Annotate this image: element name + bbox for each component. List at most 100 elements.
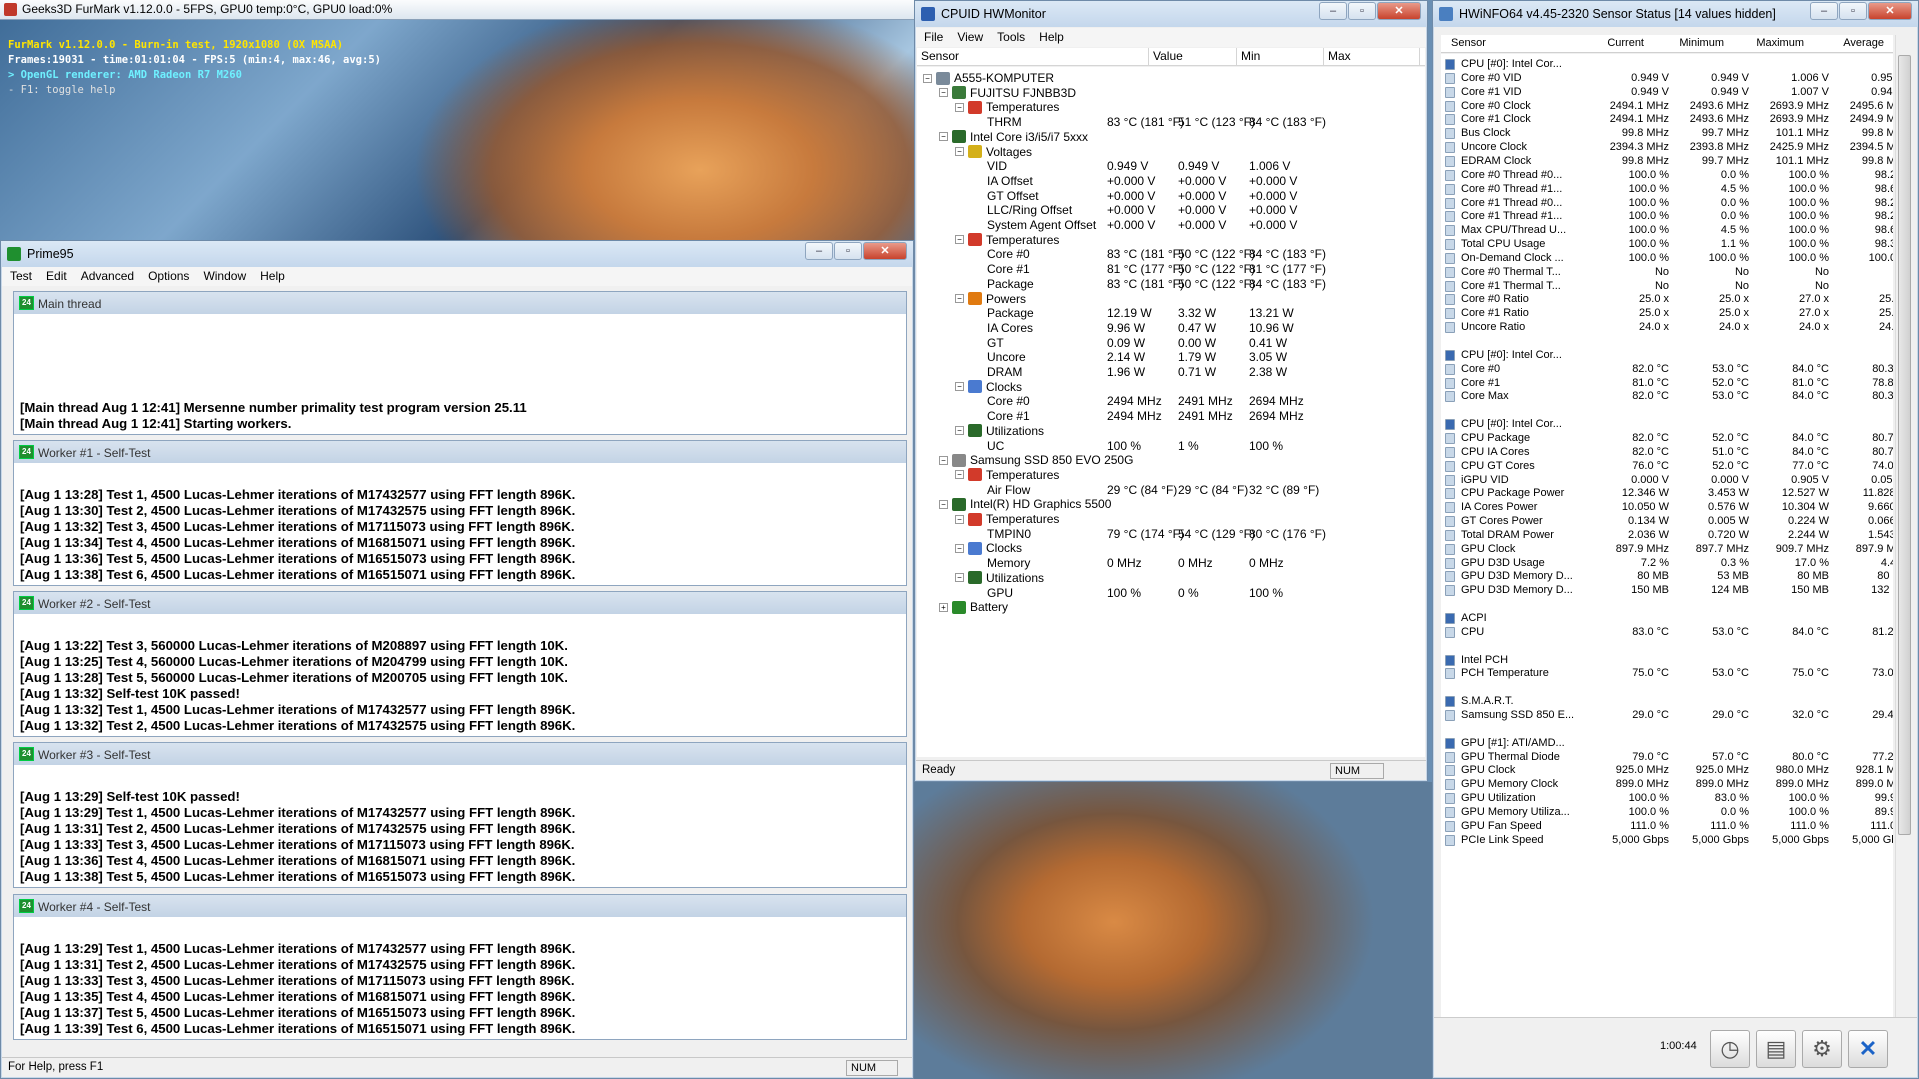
minimize-button[interactable]: – xyxy=(805,242,833,260)
menu-help[interactable]: Help xyxy=(1039,30,1064,47)
log-body[interactable]: [Aug 1 13:29] Test 1, 4500 Lucas-Lehmer … xyxy=(20,941,900,1037)
worker-1-window[interactable]: 24 Worker #1 - Self-Test [Aug 1 13:28] Tes… xyxy=(13,440,907,586)
expand-toggle-icon[interactable]: + xyxy=(939,602,948,612)
expand-toggle-icon[interactable]: − xyxy=(939,499,948,509)
log-body[interactable]: [Main thread Aug 1 12:41] Mersenne numbe… xyxy=(20,400,900,432)
close-button[interactable]: ✕ xyxy=(1377,2,1421,20)
col-sensor[interactable]: Sensor xyxy=(917,48,1149,65)
sensor-min: 50 °C (122 °F) xyxy=(1178,276,1255,291)
hwinfo-window[interactable]: HWiNFO64 v4.45-2320 Sensor Status [14 va… xyxy=(1432,0,1919,1079)
hwinfo-titlebar[interactable]: HWiNFO64 v4.45-2320 Sensor Status [14 va… xyxy=(1433,1,1918,27)
log-body[interactable]: [Aug 1 13:28] Test 1, 4500 Lucas-Lehmer … xyxy=(20,487,900,583)
maximize-button[interactable]: ▫ xyxy=(1348,2,1376,20)
sensor-icon xyxy=(1445,142,1455,154)
scroll-thumb[interactable] xyxy=(1898,55,1911,835)
close-button[interactable]: ✕ xyxy=(863,242,907,260)
prime95-child-icon: 24 xyxy=(19,899,34,913)
sensor-value: +0.000 V xyxy=(1107,218,1156,232)
hwmonitor-sensor-tree[interactable]: − A555-KOMPUTER − FUJITSU FJNBB3D − Temperatu… xyxy=(917,67,1425,757)
report-icon[interactable]: ▤ xyxy=(1756,1030,1796,1068)
log-body[interactable]: [Aug 1 13:29] Self-test 10K passed! [Aug … xyxy=(20,789,900,885)
sensor-max: 32 °C (89 °F) xyxy=(1249,482,1320,497)
col-max[interactable]: Max xyxy=(1324,48,1420,65)
col-current[interactable]: Current xyxy=(1567,35,1647,52)
hwinfo-scrollbar[interactable] xyxy=(1895,35,1912,1018)
hwmonitor-titlebar[interactable]: CPUID HWMonitor – ▫ ✕ xyxy=(915,1,1427,27)
menu-advanced[interactable]: Advanced xyxy=(81,269,134,286)
prime95-child-icon: 24 xyxy=(19,445,34,459)
child-title: Worker #2 - Self-Test xyxy=(38,597,151,611)
expand-toggle-icon[interactable]: − xyxy=(955,382,964,392)
expand-toggle-icon[interactable]: − xyxy=(939,132,948,142)
col-maximum[interactable]: Maximum xyxy=(1727,35,1807,52)
exit-x-icon[interactable]: ✕ xyxy=(1848,1030,1888,1068)
maximize-button[interactable]: ▫ xyxy=(834,242,862,260)
minimize-button[interactable]: – xyxy=(1319,2,1347,20)
menu-file[interactable]: File xyxy=(924,30,943,47)
main-thread-window[interactable]: 24 Main thread [Main thread Aug 1 12:41] M… xyxy=(13,291,907,435)
col-sensor[interactable]: Sensor xyxy=(1441,35,1567,52)
sensor-icon xyxy=(1445,322,1455,334)
expand-toggle-icon[interactable]: − xyxy=(955,235,964,245)
tree-row[interactable]: + Battery xyxy=(939,598,1008,616)
menu-view[interactable]: View xyxy=(957,30,983,47)
menu-window[interactable]: Window xyxy=(203,269,246,286)
menu-options[interactable]: Options xyxy=(148,269,189,286)
worker-2-window[interactable]: 24 Worker #2 - Self-Test [Aug 1 13:22] Tes… xyxy=(13,591,907,737)
utilization-icon xyxy=(968,424,982,438)
sensor-icon xyxy=(1445,363,1455,375)
prime95-child-icon: 24 xyxy=(19,747,34,761)
expand-toggle-icon[interactable]: − xyxy=(955,470,964,480)
log-body[interactable]: [Aug 1 13:22] Test 3, 560000 Lucas-Lehme… xyxy=(20,638,900,734)
sensor-min: 29 °C (84 °F) xyxy=(1178,482,1249,497)
worker-4-window[interactable]: 24 Worker #4 - Self-Test [Aug 1 13:29] Tes… xyxy=(13,894,907,1040)
clock-icon xyxy=(968,541,982,555)
expand-toggle-icon[interactable]: − xyxy=(939,455,948,465)
worker-3-window[interactable]: 24 Worker #3 - Self-Test [Aug 1 13:29] Sel… xyxy=(13,742,907,888)
hwmonitor-window[interactable]: CPUID HWMonitor – ▫ ✕ File View Tools Help … xyxy=(914,0,1428,782)
child-titlebar[interactable]: 24 Worker #2 - Self-Test xyxy=(14,592,906,614)
expand-toggle-icon[interactable]: − xyxy=(955,514,964,524)
child-titlebar[interactable]: 24 Worker #4 - Self-Test xyxy=(14,895,906,917)
sensor-max: 2.38 W xyxy=(1249,365,1288,379)
menu-edit[interactable]: Edit xyxy=(46,269,67,286)
close-button[interactable]: ✕ xyxy=(1868,2,1912,20)
hwinfo-sensor-list[interactable]: CPU [#0]: Intel Cor... Core #0 VID 0.949 V… xyxy=(1441,54,1893,1018)
sensor-icon xyxy=(1445,474,1455,486)
prime95-app-icon xyxy=(7,247,21,261)
hwmonitor-column-header: Sensor Value Min Max xyxy=(917,48,1425,66)
overlay-line: FurMark v1.12.0.0 - Burn-in test, 1920x1… xyxy=(8,39,344,51)
expand-toggle-icon[interactable]: − xyxy=(955,543,964,553)
clock-icon[interactable]: ◷ xyxy=(1710,1030,1750,1068)
sensor-row[interactable]: PCIe Link Speed 5,000 Gbps 5,000 Gbps 5,000… xyxy=(1441,832,1893,849)
child-titlebar[interactable]: 24 Worker #3 - Self-Test xyxy=(14,743,906,765)
sensor-icon xyxy=(1445,239,1455,251)
prime95-window[interactable]: Prime95 – ▫ ✕ Test Edit Advanced Options Win… xyxy=(0,240,914,1079)
child-titlebar[interactable]: 24 Worker #1 - Self-Test xyxy=(14,441,906,463)
log-line: [Aug 1 13:32] Test 1, 4500 Lucas-Lehmer … xyxy=(20,702,576,717)
menu-tools[interactable]: Tools xyxy=(997,30,1025,47)
expand-toggle-icon[interactable]: − xyxy=(923,73,932,83)
child-titlebar[interactable]: 24 Main thread xyxy=(14,292,906,314)
expand-toggle-icon[interactable]: − xyxy=(939,88,948,98)
menu-help[interactable]: Help xyxy=(260,269,285,286)
expand-toggle-icon[interactable]: − xyxy=(955,426,964,436)
sensor-label: Battery xyxy=(970,600,1009,615)
expand-toggle-icon[interactable]: − xyxy=(955,147,964,156)
col-value[interactable]: Value xyxy=(1149,48,1237,65)
log-line: [Aug 1 13:33] Test 3, 4500 Lucas-Lehmer … xyxy=(20,837,575,852)
col-minimum[interactable]: Minimum xyxy=(1647,35,1727,52)
expand-toggle-icon[interactable]: − xyxy=(955,573,964,583)
settings-gear-icon[interactable]: ⚙ xyxy=(1802,1030,1842,1068)
minimize-button[interactable]: – xyxy=(1810,2,1838,20)
maximize-button[interactable]: ▫ xyxy=(1839,2,1867,20)
battery-icon xyxy=(952,600,966,614)
expand-toggle-icon[interactable]: − xyxy=(955,102,964,112)
sensor-icon xyxy=(1445,252,1455,264)
expand-toggle-icon[interactable]: − xyxy=(955,294,964,303)
col-average[interactable]: Average xyxy=(1807,35,1887,52)
prime95-titlebar[interactable]: Prime95 – ▫ ✕ xyxy=(1,241,913,267)
col-min[interactable]: Min xyxy=(1237,48,1324,65)
menu-test[interactable]: Test xyxy=(10,269,32,286)
furmark-titlebar[interactable]: Geeks3D FurMark v1.12.0.0 - 5FPS, GPU0 t… xyxy=(0,0,920,20)
